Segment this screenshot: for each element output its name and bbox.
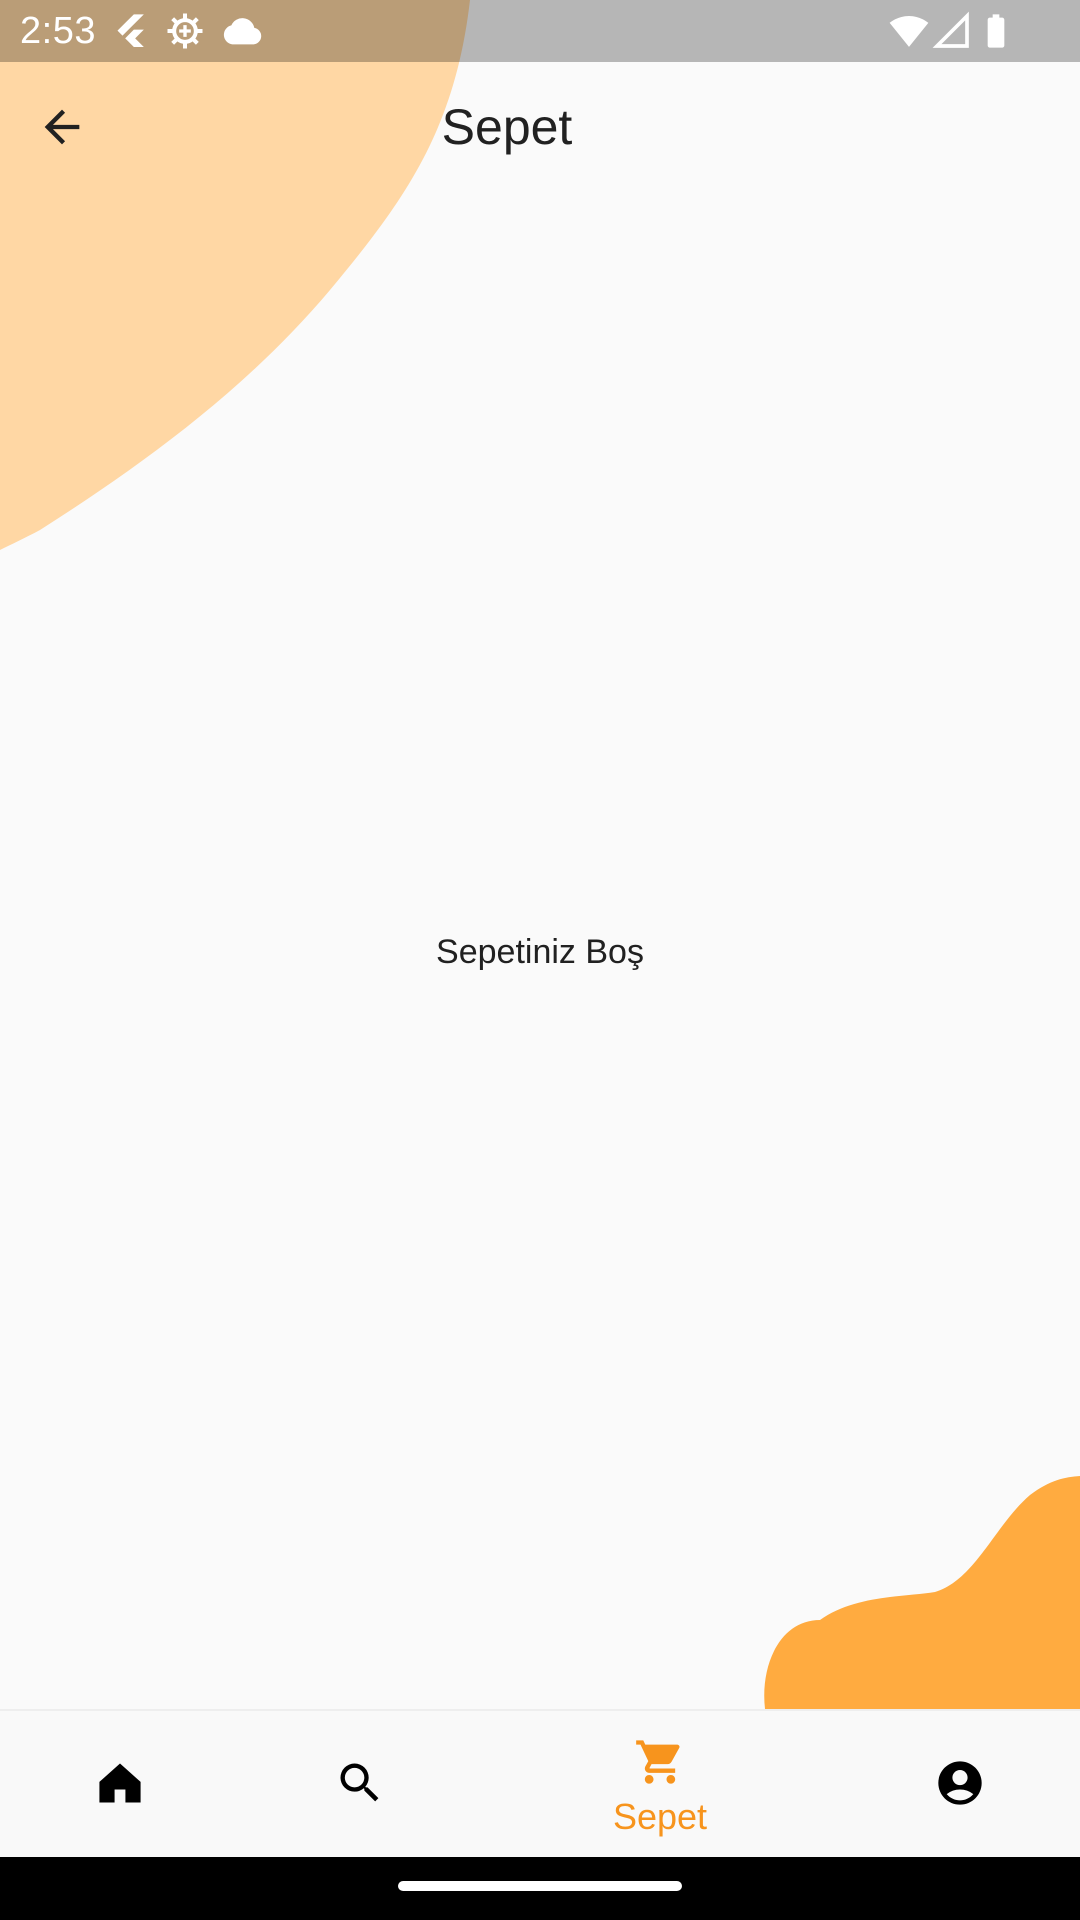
status-bar: 2:53 <box>0 0 1080 62</box>
wifi-icon <box>889 16 929 47</box>
nav-item-cart[interactable]: Sepet <box>540 1711 780 1859</box>
status-time: 2:53 <box>20 10 96 52</box>
battery-icon <box>987 14 1005 48</box>
search-icon <box>340 1763 379 1802</box>
empty-cart-message: Sepetiniz Boş <box>436 933 644 971</box>
app-bar: Sepet <box>0 62 1080 192</box>
nav-item-home[interactable] <box>0 1711 240 1859</box>
cloud-icon <box>223 18 262 45</box>
bottom-navigation-bar: Sepet <box>0 1709 1080 1859</box>
cart-icon <box>636 1740 680 1784</box>
signal-icon <box>932 11 969 48</box>
bottom-right-blob <box>764 1476 1080 1709</box>
nav-item-search[interactable] <box>240 1711 480 1859</box>
nav-item-cart-label: Sepet <box>612 1796 708 1837</box>
nav-item-account[interactable] <box>840 1711 1080 1859</box>
home-gesture-handle[interactable] <box>398 1881 682 1891</box>
gear-icon <box>167 13 203 49</box>
flutter-icon <box>117 14 144 48</box>
system-navigation-bar <box>0 1857 1080 1920</box>
page-title: Sepet <box>441 99 573 155</box>
account-icon <box>938 1761 982 1805</box>
home-icon <box>99 1763 141 1803</box>
